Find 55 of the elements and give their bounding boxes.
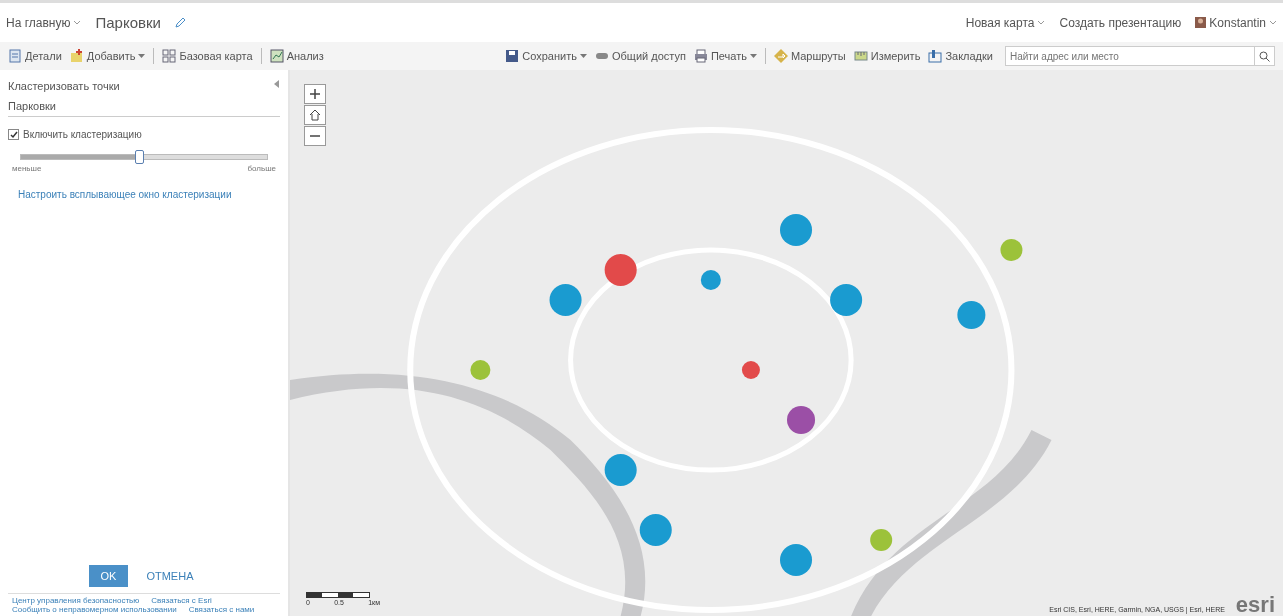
bookmark-icon xyxy=(928,49,943,63)
printer-icon xyxy=(693,49,708,63)
footer-link[interactable]: Центр управления безопасностью xyxy=(12,596,140,605)
grid-icon xyxy=(162,49,177,63)
toolbar-button[interactable]: Закладки xyxy=(928,49,993,63)
new-map-menu[interactable]: Новая карта xyxy=(965,15,1046,30)
zoom-in-button[interactable] xyxy=(304,84,326,104)
slider-max-label: больше xyxy=(247,164,276,173)
cancel-button[interactable]: ОТМЕНА xyxy=(140,565,200,587)
panel-title: Кластеризовать точки xyxy=(8,80,120,92)
caret-icon xyxy=(138,53,146,59)
chevron-icon xyxy=(73,19,82,26)
add-layer-icon xyxy=(69,49,84,63)
footer-link[interactable]: Сообщить о неправомерном использовании xyxy=(12,605,177,614)
home-menu[interactable]: На главную xyxy=(6,15,82,30)
scale-bar xyxy=(306,592,370,598)
save-icon xyxy=(505,49,520,63)
checkbox-label: Включить кластеризацию xyxy=(23,129,142,140)
slider-min-label: меньше xyxy=(12,164,42,173)
toolbar-button[interactable]: Детали xyxy=(8,49,62,63)
avatar-icon xyxy=(1195,17,1207,28)
search-icon[interactable] xyxy=(1259,50,1270,62)
plus-icon xyxy=(310,89,320,99)
toolbar-button[interactable]: Базовая карта xyxy=(162,49,253,63)
toolbar-button[interactable]: Печать xyxy=(693,49,757,63)
layer-name: Парковки xyxy=(8,92,280,117)
user-menu[interactable]: Konstantin xyxy=(1195,15,1277,30)
document-icon xyxy=(8,49,22,63)
slider-thumb[interactable] xyxy=(135,150,145,164)
chevron-icon xyxy=(1269,19,1277,26)
toolbar-button[interactable]: Измерить xyxy=(853,49,921,63)
toolbar-button[interactable]: Сохранить xyxy=(505,49,587,63)
toolbar-button[interactable]: Общий доступ xyxy=(594,49,686,63)
toolbar-button[interactable]: Маршруты xyxy=(773,49,846,63)
search-field[interactable]: Найти адрес или место xyxy=(1005,46,1255,66)
chart-icon xyxy=(269,49,284,63)
presentation-link[interactable]: Создать презентацию xyxy=(1059,15,1182,30)
popup-settings-link[interactable]: Настроить всплывающее окно кластеризации xyxy=(18,189,270,200)
home-button[interactable] xyxy=(304,105,326,125)
diamond-arrow-icon xyxy=(773,49,788,63)
toolbar-button[interactable]: Добавить xyxy=(69,49,146,63)
caret-icon xyxy=(579,53,587,59)
caret-icon xyxy=(749,53,757,59)
ruler-icon xyxy=(853,49,868,63)
zoom-out-button[interactable] xyxy=(304,126,326,146)
footer-link[interactable]: Связаться с Esri xyxy=(151,596,212,605)
house-icon xyxy=(309,109,321,121)
chevron-icon xyxy=(1037,19,1046,26)
footer-link[interactable]: Связаться с нами xyxy=(188,605,255,614)
collapse-icon[interactable] xyxy=(274,80,280,88)
toolbar-button[interactable]: Анализ xyxy=(269,49,324,63)
checkbox[interactable] xyxy=(8,129,19,140)
logo: esri xyxy=(1235,594,1275,616)
pencil-icon[interactable] xyxy=(174,17,186,28)
map-title: Парковки xyxy=(95,14,161,31)
